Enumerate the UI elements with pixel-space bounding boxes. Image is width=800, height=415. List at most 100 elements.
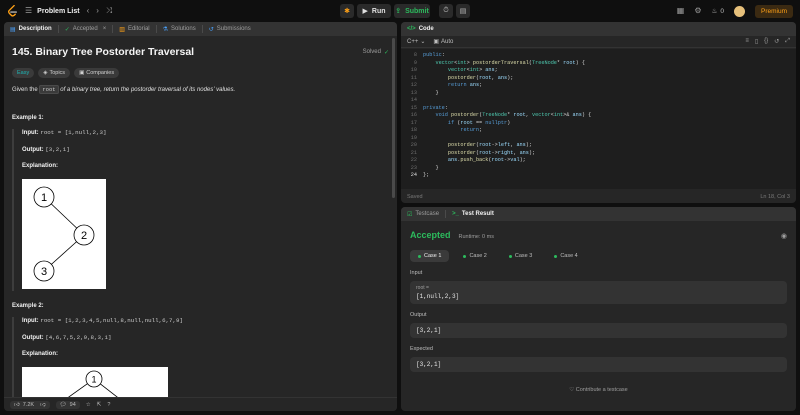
share-icon[interactable]: ⇱ [97, 402, 102, 408]
submit-button[interactable]: ⇪ Submit [394, 4, 430, 18]
reset-icon[interactable]: ↺ [774, 38, 779, 45]
timer-button[interactable]: ⏱ [439, 4, 453, 18]
auto-mode[interactable]: ▣ Auto [433, 38, 453, 46]
tab-label: Editorial [127, 26, 150, 32]
debug-button[interactable]: ✱ [340, 4, 354, 18]
prev-problem-icon[interactable]: ‹ [87, 7, 90, 15]
code-line[interactable]: 12 return ans; [401, 82, 482, 90]
settings-icon[interactable]: ⚙ [694, 7, 701, 15]
expand-icon[interactable]: ⤢ [785, 38, 790, 45]
premium-button[interactable]: Premium [754, 4, 793, 18]
submit-label: Submit [405, 7, 429, 15]
code-line[interactable]: 17 if (root == nullptr) [401, 120, 510, 128]
line-number: 12 [410, 82, 417, 88]
output-value-box[interactable]: [3,2,1] [410, 323, 787, 338]
contribute-label: Contribute a testcase [575, 387, 628, 393]
tab-label: Testcase [415, 211, 440, 217]
topics-tag[interactable]: ◈ Topics [38, 68, 71, 78]
notes-button[interactable]: ▤ [456, 4, 470, 18]
problem-title[interactable]: 145. Binary Tree Postorder Traversal [12, 46, 194, 58]
like-button[interactable]: 👍︎ 7.2K 👎︎ [10, 400, 50, 409]
companies-tag[interactable]: ▣ Companies [74, 68, 120, 78]
expected-value-box[interactable]: [3,2,1] [410, 357, 787, 372]
shuffle-icon[interactable]: ⤨ [106, 7, 112, 15]
tab-test-result[interactable]: >_ Test Result [452, 211, 494, 217]
code-line[interactable]: 18 return; [401, 127, 482, 135]
tab-accepted[interactable]: ✓ Accepted × [65, 26, 107, 33]
tab-solutions[interactable]: ⚗ Solutions [163, 26, 196, 33]
tab-testcase[interactable]: ☑ Testcase [407, 211, 439, 218]
code-line[interactable]: 13 } [401, 90, 439, 98]
problem-list-label: Problem List [37, 7, 80, 15]
tag-icon: ◈ [43, 70, 48, 76]
line-number: 22 [410, 157, 417, 163]
code-line[interactable]: 20 postorder(root->left, ans); [401, 142, 532, 150]
terminal-icon: >_ [452, 211, 459, 217]
code-line[interactable]: 19 [401, 135, 423, 143]
case-tab[interactable]: Case 2 [455, 250, 494, 262]
code-line[interactable]: 15 private: [401, 105, 448, 113]
scrollbar[interactable] [392, 38, 395, 198]
play-icon: ▶ [362, 8, 368, 15]
code-line[interactable]: 10 vector<int> ans; [401, 67, 498, 75]
eye-icon[interactable]: ◉ [781, 232, 787, 240]
code-line[interactable]: 16 void postorder(TreeNode* root, vector… [401, 112, 591, 120]
pass-dot-icon [508, 254, 512, 258]
next-problem-icon[interactable]: › [96, 7, 99, 15]
language-select[interactable]: C++ ⌄ [407, 38, 425, 46]
code-editor[interactable]: 8 public: 9 vector<int> postorderTraversal… [401, 49, 796, 189]
comments-button[interactable]: 💬︎ 94 [55, 400, 80, 409]
star-icon[interactable]: ☆ [86, 402, 91, 408]
cursor-position: Ln 18, Col 3 [760, 194, 790, 200]
difficulty-badge: Easy [12, 68, 35, 78]
bookmark-icon[interactable]: ▯ [755, 38, 758, 45]
tab-editorial[interactable]: ▥ Editorial [119, 26, 149, 33]
case-label: Case 4 [560, 253, 578, 259]
code-header: </> Code [401, 22, 796, 36]
layout-icon[interactable]: ▦ [677, 7, 685, 15]
code-text: }; [423, 172, 430, 178]
code-line[interactable]: 8 public: [401, 52, 445, 60]
braces-icon[interactable]: {} [764, 38, 768, 45]
runtime: Runtime: 0 ms [458, 234, 494, 240]
result-tabs: ☑ Testcase >_ Test Result [401, 207, 796, 221]
code-text: ans.push_back(root->val); [447, 157, 526, 163]
code-line[interactable]: 24}; [401, 172, 429, 180]
leetcode-logo[interactable] [7, 5, 18, 17]
tab-submissions[interactable]: ↺ Submissions [209, 26, 251, 33]
code-line[interactable]: 21 postorder(root->right, ans); [401, 150, 535, 158]
example-input: root = [1,2,3,4,5,null,8,null,null,6,7,9… [40, 317, 183, 324]
streak-counter[interactable]: ♨ 0 [712, 7, 724, 16]
case-tab[interactable]: Case 3 [501, 250, 540, 262]
input-value-box[interactable]: root = [1,null,2,3] [410, 281, 787, 304]
code-line[interactable]: 9 vector<int> postorderTraversal(TreeNod… [401, 60, 585, 68]
tab-description[interactable]: ▤ Description [10, 26, 52, 33]
topics-label: Topics [49, 70, 66, 76]
help-icon[interactable]: ? [107, 402, 110, 408]
avatar[interactable] [733, 5, 745, 17]
code-line[interactable]: 11 postorder(root, ans); [401, 75, 514, 83]
contribute-testcase-link[interactable]: ♡ Contribute a testcase [410, 387, 787, 393]
format-icon[interactable]: ≡ [745, 38, 749, 45]
companies-label: Companies [86, 70, 115, 76]
line-number: 14 [410, 97, 417, 103]
problem-list-button[interactable]: ☰ Problem List [25, 7, 80, 15]
code-text: } [423, 164, 439, 171]
code-line[interactable]: 14 [401, 97, 423, 105]
output-value: [3,2,1] [416, 327, 442, 334]
thumbs-down-icon[interactable]: 👎︎ [40, 402, 46, 408]
tree-diagram: 1 2 3 [22, 179, 106, 289]
case-tab[interactable]: Case 1 [410, 250, 450, 262]
code-line[interactable]: 22 ans.push_back(root->val); [401, 157, 526, 165]
line-number: 21 [410, 149, 417, 156]
code-toolbar: C++ ⌄ ▣ Auto ≡ ▯ {} ↺ ⤢ [401, 36, 796, 48]
checkbox-icon: ☑ [407, 211, 413, 218]
line-number: 16 [410, 112, 417, 118]
close-icon[interactable]: × [103, 26, 107, 32]
run-button[interactable]: ▶ Run [357, 4, 391, 18]
bug-icon: ✱ [344, 8, 350, 15]
case-tab[interactable]: Case 4 [546, 250, 585, 262]
tab-code[interactable]: </> Code [407, 26, 434, 32]
run-label: Run [371, 7, 386, 15]
code-line[interactable]: 23 } [401, 165, 439, 173]
